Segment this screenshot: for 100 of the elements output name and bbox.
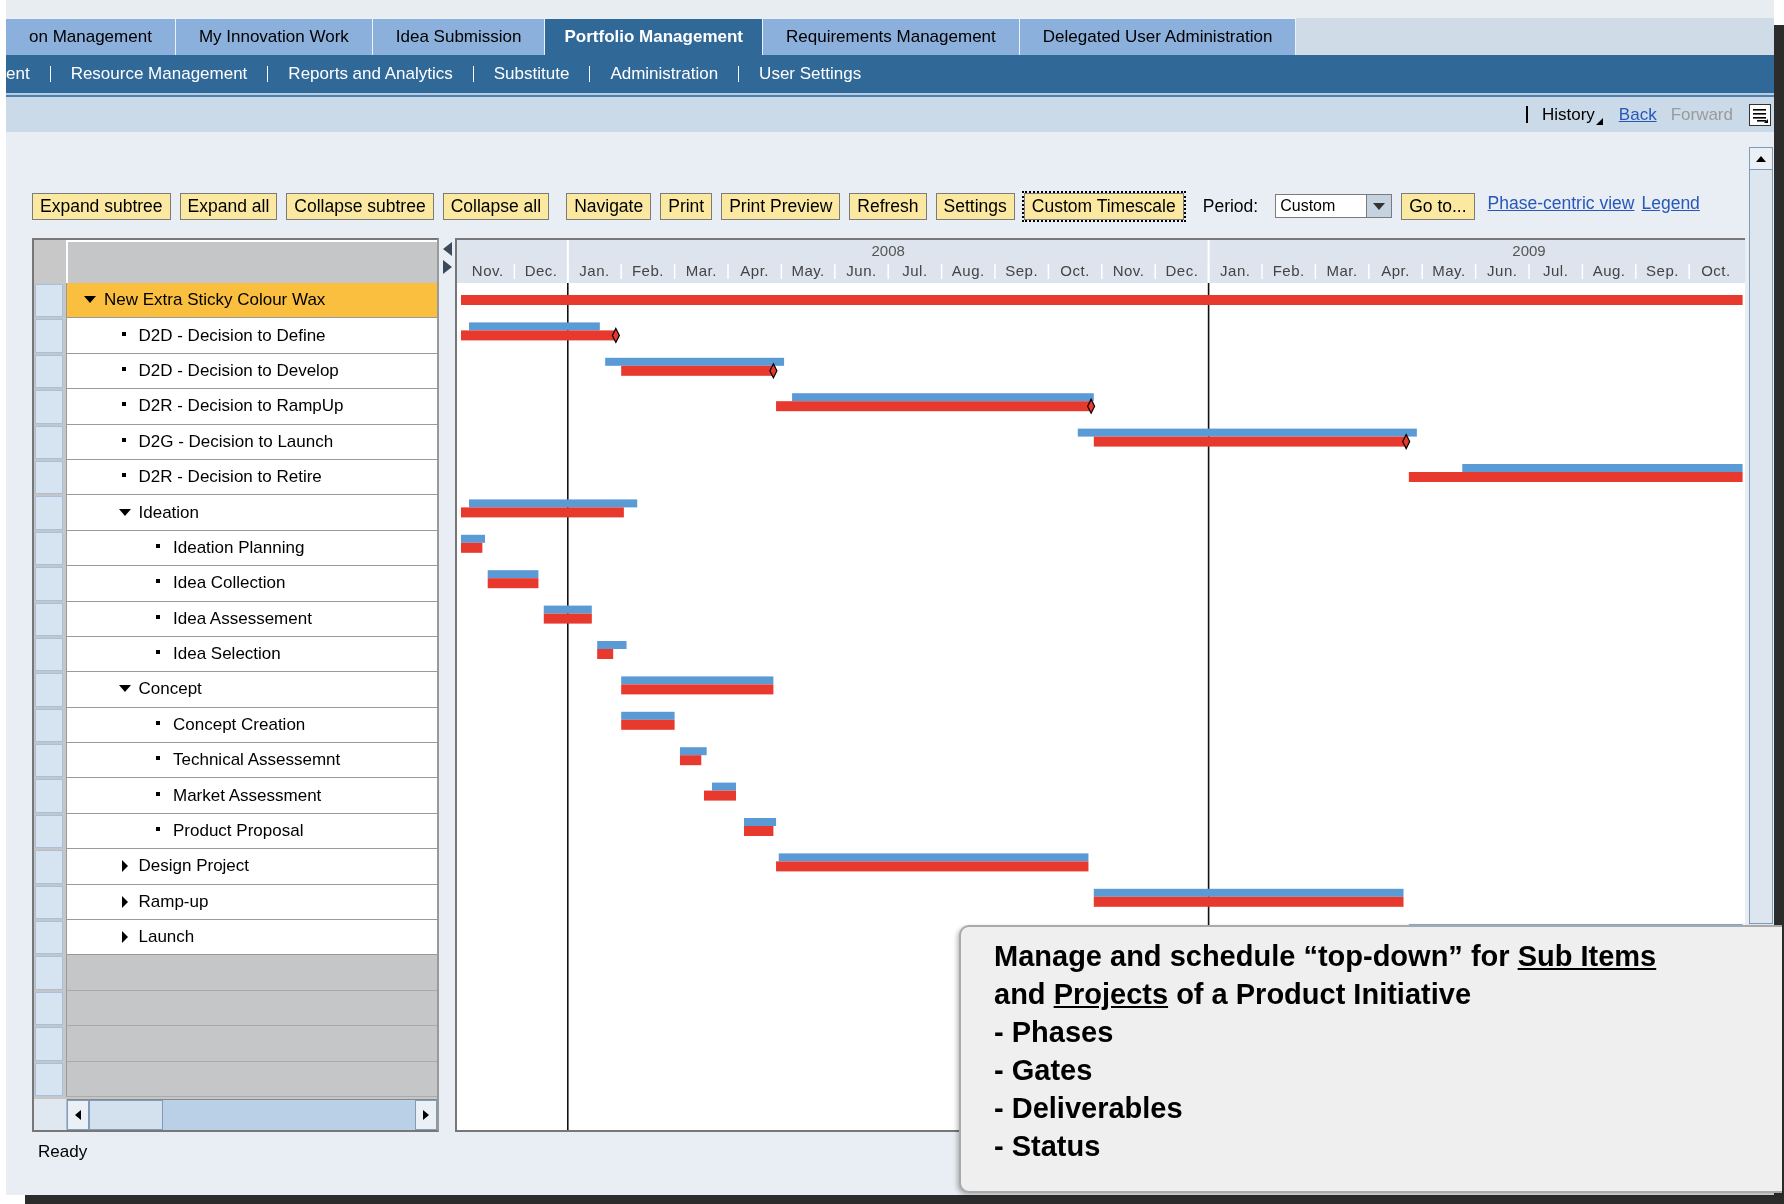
month-label: Apr.	[740, 262, 770, 279]
month-label: Apr.	[1381, 262, 1411, 279]
toolbar-button[interactable]: Settings	[935, 192, 1015, 220]
tree-item[interactable]: Product Proposal	[66, 813, 438, 850]
toolbar-button[interactable]: Navigate	[566, 192, 652, 220]
tab[interactable]: Idea Submission	[372, 18, 546, 55]
row-selector[interactable]	[35, 744, 63, 778]
month-label: Feb.	[1272, 262, 1305, 279]
row-selector[interactable]	[35, 673, 63, 707]
toolbar-button[interactable]: Print Preview	[721, 192, 841, 220]
milestone-icon	[611, 327, 621, 344]
tree-item[interactable]: Concept Creation	[66, 707, 438, 744]
tree-item[interactable]: Idea Collection	[66, 566, 438, 602]
row-selector[interactable]	[35, 956, 63, 990]
back-link[interactable]: Back	[1618, 104, 1657, 125]
list-menu-button[interactable]	[1749, 103, 1771, 126]
row-selector[interactable]	[35, 460, 63, 495]
scroll-right-button[interactable]	[415, 1100, 438, 1130]
tab[interactable]: Requirements Management	[763, 18, 1020, 55]
toolbar-button[interactable]: Collapse subtree	[286, 192, 434, 220]
scrollbar-thumb[interactable]	[89, 1100, 163, 1130]
tree-item[interactable]: Idea Selection	[66, 636, 438, 673]
tree-item[interactable]: Design Project	[66, 849, 438, 885]
row-selector[interactable]	[35, 284, 63, 318]
row-selector[interactable]	[35, 496, 63, 530]
month-label: Jul.	[902, 262, 928, 279]
scrollbar-track[interactable]	[1749, 147, 1773, 924]
tree-item[interactable]: Idea Assessement	[66, 601, 438, 637]
row-selector[interactable]	[35, 779, 63, 813]
tree-item[interactable]: D2R - Decision to RampUp	[66, 389, 438, 425]
period-dropdown[interactable]: Custom	[1275, 194, 1393, 218]
row-selector[interactable]	[35, 637, 63, 672]
toolbar-link[interactable]: Phase-centric view	[1487, 192, 1635, 214]
nav-link[interactable]: Resource Management	[70, 64, 248, 84]
row-selector[interactable]	[35, 425, 63, 459]
history-dropdown[interactable]: History	[1541, 104, 1603, 125]
go-to-button[interactable]: Go to...	[1401, 192, 1475, 220]
tab[interactable]: My Innovation Work	[175, 18, 373, 55]
month-label: Oct.	[1060, 262, 1091, 279]
tree-item[interactable]: Concept	[66, 672, 438, 708]
actual-bar	[680, 755, 702, 766]
nav-link[interactable]: Substitute	[493, 64, 570, 84]
row-selector[interactable]	[35, 602, 63, 636]
tree-item[interactable]: Launch	[66, 920, 438, 956]
tree-item[interactable]: D2D - Decision to Develop	[66, 353, 438, 390]
tree-item[interactable]: New Extra Sticky Colour Wax	[66, 283, 438, 319]
month-label: Jun.	[846, 262, 877, 279]
toolbar-button[interactable]: Custom Timescale	[1023, 192, 1184, 220]
tree-item[interactable]: D2G - Decision to Launch	[66, 424, 438, 460]
row-selector[interactable]	[35, 567, 63, 601]
toolbar-button[interactable]: Expand all	[179, 192, 278, 220]
month-label: Jul.	[1543, 262, 1569, 279]
toolbar-link[interactable]: Legend	[1641, 192, 1700, 214]
milestone-icon	[1402, 433, 1411, 450]
tree-item[interactable]: Ideation	[66, 495, 438, 531]
row-selector[interactable]	[35, 850, 63, 884]
scroll-left-button[interactable]	[67, 1100, 89, 1130]
row-selector[interactable]	[35, 390, 63, 424]
row-selector[interactable]	[35, 921, 63, 955]
arrow-up-icon	[1756, 155, 1766, 162]
month-label: Oct.	[1701, 262, 1731, 279]
nav-link[interactable]: User Settings	[759, 64, 862, 84]
tab[interactable]: on Management	[6, 18, 176, 55]
row-selector[interactable]	[35, 1027, 63, 1061]
month-label: Jan.	[579, 262, 610, 279]
actual-bar	[597, 649, 614, 659]
tree-item[interactable]: D2R - Decision to Retire	[66, 459, 438, 496]
month-label: Feb.	[632, 262, 665, 279]
actual-bar	[461, 542, 483, 553]
toolbar-button[interactable]: Print	[660, 192, 713, 220]
row-selector[interactable]	[35, 708, 63, 743]
caret-icon	[1595, 117, 1603, 125]
tab[interactable]: Delegated User Administration	[1019, 18, 1297, 55]
nav-link[interactable]: Administration	[610, 64, 719, 84]
expand-right-icon[interactable]	[442, 260, 452, 274]
plan-bar	[712, 782, 737, 791]
collapse-left-icon[interactable]	[442, 242, 452, 256]
tree-item[interactable]: D2D - Decision to Define	[66, 318, 438, 354]
row-selector[interactable]	[35, 319, 63, 353]
tree-item[interactable]: Technical Assessemnt	[66, 743, 438, 779]
row-selector[interactable]	[35, 814, 63, 849]
nav-link[interactable]: Reports and Analytics	[288, 64, 453, 84]
tree-item[interactable]: Market Assessment	[66, 778, 438, 814]
tab[interactable]: Portfolio Management	[545, 18, 763, 55]
row-selector[interactable]	[35, 991, 63, 1026]
toolbar-button[interactable]: Refresh	[849, 192, 927, 220]
toolbar-button[interactable]: Expand subtree	[32, 192, 171, 220]
month-label: Nov.	[472, 262, 504, 279]
scroll-up-button[interactable]	[1750, 148, 1772, 170]
row-selector[interactable]	[35, 531, 63, 566]
milestone-icon	[1087, 397, 1096, 415]
row-selector[interactable]	[35, 885, 63, 920]
toolbar-button[interactable]: Collapse all	[442, 192, 550, 220]
month-label: Jan.	[1220, 262, 1251, 279]
month-label: Aug.	[1592, 262, 1626, 279]
arrow-right-icon	[423, 1110, 430, 1120]
row-selector[interactable]	[35, 354, 63, 389]
nav-link[interactable]: ent	[6, 64, 30, 84]
tree-item[interactable]: Ideation Planning	[66, 530, 438, 567]
tree-item[interactable]: Ramp-up	[66, 884, 438, 921]
